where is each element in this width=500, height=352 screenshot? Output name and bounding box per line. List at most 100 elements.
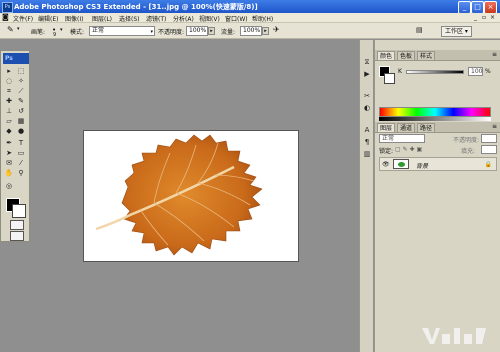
character-icon[interactable]: ¶	[362, 138, 372, 147]
tab-channels[interactable]: 通道	[397, 123, 416, 132]
toolbox-ps-logo: Ps	[3, 53, 29, 64]
menu-view[interactable]: 视图(V)	[199, 14, 220, 23]
k-value-input[interactable]: 100	[468, 67, 483, 76]
airbrush-icon[interactable]: ✈	[273, 25, 280, 34]
tab-color[interactable]: 颜色	[377, 51, 396, 60]
palette-well-icon[interactable]: ▤	[416, 26, 423, 34]
gradient-tool-icon[interactable]: ▦	[15, 117, 27, 126]
color-spectrum[interactable]	[379, 107, 491, 117]
fill-input[interactable]	[481, 145, 497, 154]
doc-minimize-icon[interactable]: _	[474, 14, 477, 21]
actions-icon[interactable]: ▶	[362, 70, 372, 79]
move-tool-icon[interactable]: ▸	[3, 67, 15, 76]
zoom-tool-icon[interactable]: ⚲	[15, 169, 27, 178]
opacity-slider-button[interactable]: ▸	[208, 27, 215, 35]
history-brush-icon[interactable]: ↺	[15, 107, 27, 116]
doc-restore-icon[interactable]: ▫	[482, 14, 486, 21]
panel-menu-icon[interactable]: ≡	[492, 51, 497, 58]
brush-picker-icon[interactable]: ▾	[60, 27, 63, 33]
pen-tool-icon[interactable]: ✒	[3, 139, 15, 148]
screen-mode-icon[interactable]	[10, 231, 24, 241]
hand-tool-icon[interactable]: ✋	[3, 169, 15, 178]
menu-select[interactable]: 选择(S)	[119, 14, 140, 23]
menu-layer[interactable]: 图层(L)	[92, 14, 112, 23]
path-select-icon[interactable]: ➤	[3, 149, 15, 158]
paragraph-icon[interactable]: ▥	[362, 150, 372, 159]
visibility-eye-icon[interactable]: 👁	[382, 161, 390, 168]
k-unit: %	[485, 68, 491, 75]
flow-input[interactable]: 100%	[240, 26, 262, 36]
tab-paths[interactable]: 路径	[417, 123, 436, 132]
3d-tool-icon[interactable]: ◎	[3, 182, 15, 191]
menu-image[interactable]: 图像(I)	[65, 14, 83, 23]
lock-options-icons[interactable]: ▢ ✎ ✚ ▣	[395, 146, 422, 153]
window-title: Adobe Photoshop CS3 Extended - [31..jpg …	[14, 3, 258, 11]
tab-swatches[interactable]: 色板	[397, 51, 416, 60]
stamp-tool-icon[interactable]: ⊥	[3, 107, 15, 116]
k-slider[interactable]	[406, 70, 464, 74]
layer-name: 背景	[416, 163, 429, 170]
dodge-tool-icon[interactable]: ●	[15, 127, 27, 136]
tab-layers[interactable]: 图层	[377, 123, 396, 132]
ps-menu-icon[interactable]: ◙	[2, 13, 9, 21]
history-icon[interactable]: ⧖	[362, 58, 372, 67]
preset-dropdown-icon[interactable]: ▾	[17, 26, 20, 32]
menu-filter[interactable]: 滤镜(T)	[146, 14, 166, 23]
options-bar: ✎ ▾ 画笔: • 9 ▾ 模式: 正常 ▾ 不透明度: 100% ▸ 流量: …	[0, 23, 500, 39]
brush-label: 画笔:	[31, 29, 46, 36]
brush-tool-icon[interactable]: ✎	[15, 97, 27, 106]
doc-close-icon[interactable]: ×	[490, 14, 495, 21]
crop-tool-icon[interactable]: ⌗	[3, 87, 15, 96]
opacity-input[interactable]: 100%	[186, 26, 208, 36]
navigator-icon[interactable]: ✂	[362, 92, 372, 101]
type-tool-icon[interactable]: T	[15, 139, 27, 148]
eraser-tool-icon[interactable]: ▱	[3, 117, 15, 126]
mode-value: 正常	[92, 27, 105, 34]
fill-label: 填充:	[461, 148, 476, 155]
menu-window[interactable]: 窗口(W)	[225, 14, 248, 23]
panels-column: 颜色 色板 样式 ≡ K 100 % 图层 通道 路径 ≡ 正常 不透明度: 锁…	[374, 40, 500, 352]
lasso-tool-icon[interactable]: ◌	[3, 77, 15, 86]
leaf-image	[95, 134, 263, 256]
layer-thumbnail	[393, 159, 409, 169]
info-icon[interactable]: ◐	[362, 104, 372, 113]
lock-label: 锁定:	[379, 148, 394, 155]
title-bar: Ps Adobe Photoshop CS3 Extended - [31..j…	[0, 0, 500, 14]
toolbox: Ps ▸ ⬚ ◌ ✧ ⌗ ⟋ ✚ ✎ ⊥ ↺ ▱ ▦ ◆ ● ✒ T ➤ ▭ ✉…	[0, 50, 30, 242]
notes-tool-icon[interactable]: ✉	[3, 159, 15, 168]
photoshop-icon: Ps	[2, 2, 13, 13]
shape-tool-icon[interactable]: ▭	[15, 149, 27, 158]
magic-wand-icon[interactable]: ✧	[15, 77, 27, 86]
menu-help[interactable]: 帮助(H)	[252, 14, 273, 23]
workspace-button[interactable]: 工作区 ▾	[441, 26, 472, 37]
document-canvas[interactable]	[83, 130, 299, 262]
layer-opacity-input[interactable]	[481, 134, 497, 143]
flow-slider-button[interactable]: ▸	[262, 27, 269, 35]
gray-ramp[interactable]	[379, 117, 491, 121]
marquee-tool-icon[interactable]: ⬚	[15, 67, 27, 76]
menu-edit[interactable]: 编辑(E)	[38, 14, 58, 23]
brushes-icon[interactable]: A	[362, 126, 372, 135]
layers-menu-icon[interactable]: ≡	[492, 123, 497, 130]
slice-tool-icon[interactable]: ⟋	[15, 87, 27, 96]
color-bg-swatch[interactable]	[384, 73, 395, 84]
opacity-label: 不透明度:	[158, 29, 185, 36]
background-color[interactable]	[12, 204, 26, 218]
watermark-logo	[422, 328, 486, 344]
mode-select[interactable]: 正常 ▾	[89, 26, 155, 36]
mode-label: 模式:	[70, 29, 85, 36]
healing-tool-icon[interactable]: ✚	[3, 97, 15, 106]
layer-row-background[interactable]: 👁 背景 🔒	[379, 157, 497, 171]
menu-file[interactable]: 文件(F)	[13, 14, 33, 23]
quick-mask-icon[interactable]	[10, 220, 24, 230]
brush-tool-icon[interactable]: ✎	[7, 25, 14, 34]
blur-tool-icon[interactable]: ◆	[3, 127, 15, 136]
tab-styles[interactable]: 样式	[417, 51, 436, 60]
blend-mode-value: 正常	[382, 135, 395, 142]
menu-analysis[interactable]: 分析(A)	[173, 14, 194, 23]
panel-dock: ⧖ ▶ ✂ ◐ A ¶ ▥	[359, 40, 373, 352]
eyedropper-tool-icon[interactable]: ⁄	[15, 159, 27, 168]
brush-size: 9	[53, 32, 57, 38]
blend-mode-select[interactable]: 正常	[379, 134, 425, 143]
layers-panel-header: 图层 通道 路径 ≡	[375, 122, 500, 133]
